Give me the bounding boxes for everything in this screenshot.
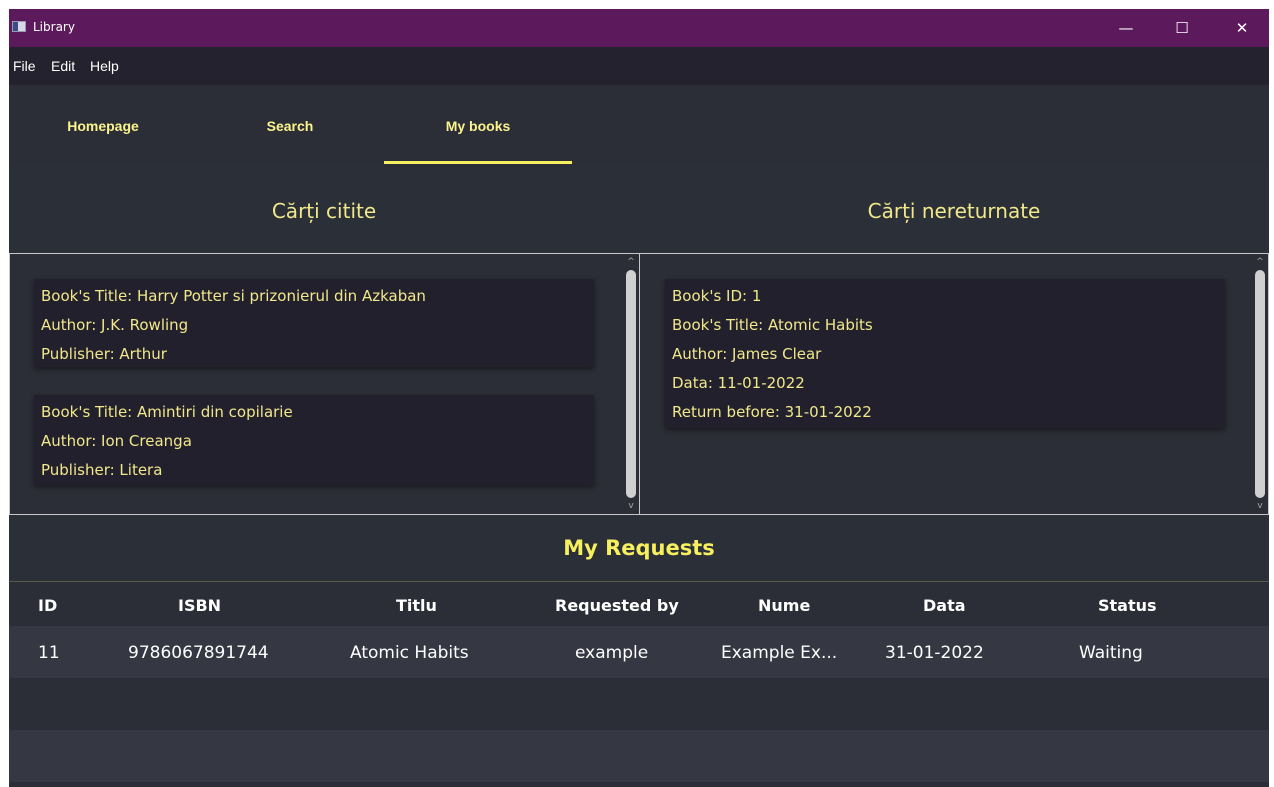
- column-header-nume[interactable]: Nume: [758, 596, 810, 615]
- column-header-requested-by[interactable]: Requested by: [555, 596, 679, 615]
- tab-homepage[interactable]: Homepage: [9, 85, 197, 166]
- title-bar[interactable]: Library — ☐ ✕: [9, 9, 1269, 47]
- read-books-scrollbar[interactable]: ^ v: [623, 254, 639, 514]
- cell-status: Waiting: [1079, 643, 1143, 663]
- cell-data: 31-01-2022: [885, 643, 984, 663]
- maximize-button[interactable]: ☐: [1159, 9, 1205, 47]
- book-author: Author: J.K. Rowling: [41, 316, 189, 334]
- read-books-list[interactable]: Book's Title: Harry Potter si prizonieru…: [9, 253, 640, 515]
- book-card[interactable]: Book's Title: Harry Potter si prizonieru…: [34, 279, 594, 367]
- read-books-title: Cărți citite: [271, 199, 377, 223]
- book-title: Book's Title: Amintiri din copilarie: [41, 403, 293, 421]
- column-header-titlu[interactable]: Titlu: [396, 596, 437, 615]
- column-header-status[interactable]: Status: [1098, 596, 1157, 615]
- unreturned-books-title: Cărți nereturnate: [867, 199, 1041, 223]
- tab-search-label: Search: [266, 117, 314, 134]
- cell-titlu: Atomic Habits: [350, 643, 469, 663]
- scroll-thumb[interactable]: [626, 270, 636, 498]
- book-author: Author: Ion Creanga: [41, 432, 192, 450]
- scroll-down-icon[interactable]: v: [1254, 500, 1266, 512]
- close-button[interactable]: ✕: [1219, 9, 1265, 47]
- book-title: Book's Title: Harry Potter si prizonieru…: [41, 287, 426, 305]
- book-title: Book's Title: Atomic Habits: [672, 316, 873, 334]
- menu-help[interactable]: Help: [90, 58, 119, 74]
- book-card[interactable]: Book's ID: 1 Book's Title: Atomic Habits…: [665, 279, 1225, 428]
- tab-search[interactable]: Search: [196, 85, 384, 166]
- column-header-data[interactable]: Data: [923, 596, 966, 615]
- menu-edit[interactable]: Edit: [51, 58, 75, 74]
- tab-bar: Homepage Search My books: [9, 85, 1269, 166]
- book-date: Data: 11-01-2022: [672, 374, 805, 392]
- book-card[interactable]: Book's Title: Amintiri din copilarie Aut…: [34, 395, 594, 485]
- cell-id: 11: [38, 643, 60, 663]
- tab-my-books-label: My books: [445, 117, 511, 134]
- column-header-isbn[interactable]: ISBN: [178, 596, 221, 615]
- requests-table: ID ISBN Titlu Requested by Nume Data Sta…: [9, 581, 1269, 787]
- table-row[interactable]: 11 9786067891744 Atomic Habits example E…: [9, 626, 1269, 678]
- tab-homepage-label: Homepage: [67, 117, 139, 134]
- unreturned-books-list[interactable]: Book's ID: 1 Book's Title: Atomic Habits…: [639, 253, 1269, 515]
- table-header: ID ISBN Titlu Requested by Nume Data Sta…: [9, 582, 1269, 626]
- book-return-before: Return before: 31-01-2022: [672, 403, 872, 421]
- scroll-thumb[interactable]: [1255, 270, 1265, 498]
- library-window: Library — ☐ ✕ File Edit Help Homepage Se…: [9, 9, 1269, 787]
- unreturned-books-scrollbar[interactable]: ^ v: [1252, 254, 1268, 514]
- scroll-up-icon[interactable]: ^: [625, 256, 637, 268]
- table-row-empty: [9, 678, 1269, 730]
- tab-my-books[interactable]: My books: [384, 85, 572, 166]
- table-row-empty: [9, 730, 1269, 782]
- scroll-up-icon[interactable]: ^: [1254, 256, 1266, 268]
- book-author: Author: James Clear: [672, 345, 822, 363]
- scroll-down-icon[interactable]: v: [625, 500, 637, 512]
- column-header-id[interactable]: ID: [38, 596, 57, 615]
- minimize-button[interactable]: —: [1103, 9, 1149, 47]
- menu-file[interactable]: File: [13, 58, 36, 74]
- cell-requested-by: example: [575, 643, 649, 663]
- book-publisher: Publisher: Arthur: [41, 345, 167, 363]
- window-title: Library: [33, 20, 75, 34]
- app-icon: [12, 21, 26, 32]
- requests-title: My Requests: [563, 536, 715, 560]
- book-publisher: Publisher: Litera: [41, 461, 163, 479]
- cell-nume: Example Ex...: [721, 643, 838, 663]
- menu-bar: File Edit Help: [9, 47, 1269, 85]
- book-id: Book's ID: 1: [672, 287, 762, 305]
- cell-isbn: 9786067891744: [128, 643, 269, 663]
